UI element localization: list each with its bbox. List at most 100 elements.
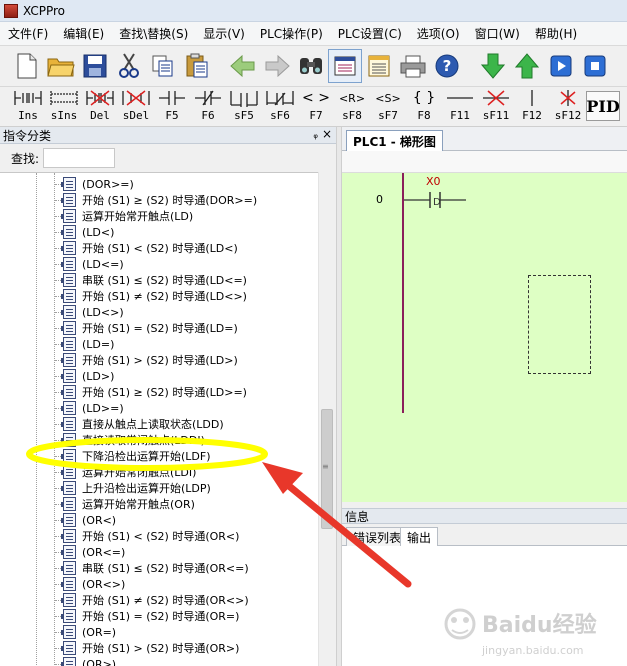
- tree-item[interactable]: 运算开始常开触点(OR): [0, 496, 195, 512]
- scrollbar-grip-icon: ≡: [322, 462, 329, 471]
- tree-item-label: (OR<): [82, 513, 117, 527]
- copy-icon[interactable]: [146, 49, 180, 83]
- close-icon[interactable]: ×: [322, 127, 332, 141]
- menu-edit[interactable]: 编辑(E): [55, 25, 111, 42]
- tree-item-label: 开始 (S1) ≠ (S2) 时导通(LD<>): [82, 290, 247, 303]
- pid-button[interactable]: PID: [586, 91, 620, 121]
- tree-item[interactable]: 开始 (S1) > (S2) 时导通(LD>): [0, 352, 238, 368]
- tree-item[interactable]: 开始 (S1) = (S2) 时导通(OR=): [0, 608, 239, 624]
- tree-item-label: 开始 (S1) ≠ (S2) 时导通(OR<>): [82, 594, 249, 607]
- tree-item[interactable]: 开始 (S1) > (S2) 时导通(OR>): [0, 640, 239, 656]
- ladder-view-icon[interactable]: [328, 49, 362, 83]
- back-arrow-icon[interactable]: [226, 49, 260, 83]
- list-view-icon[interactable]: [362, 49, 396, 83]
- open-folder-icon[interactable]: [44, 49, 78, 83]
- tree-item[interactable]: 直接从触点上读取状态(LDD): [0, 416, 224, 432]
- download-icon[interactable]: [476, 49, 510, 83]
- instruction-doc-icon: [61, 497, 76, 511]
- ldf-contact[interactable]: D: [404, 173, 474, 213]
- delete-row-button[interactable]: Del: [82, 87, 118, 125]
- new-file-icon[interactable]: [10, 49, 44, 83]
- tree-item[interactable]: 开始 (S1) ≠ (S2) 时导通(LD<>): [0, 288, 247, 304]
- tree-item-label: (OR<=): [82, 545, 126, 559]
- sf5-label: sF5: [234, 109, 254, 122]
- normally-closed-contact-button[interactable]: F6: [190, 87, 226, 125]
- vertical-line-button[interactable]: F12: [514, 87, 550, 125]
- cut-icon[interactable]: [112, 49, 146, 83]
- insert-row-button[interactable]: Ins: [10, 87, 46, 125]
- save-icon[interactable]: [78, 49, 112, 83]
- set-coil-button[interactable]: <S> sF7: [370, 87, 406, 125]
- output-coil-button[interactable]: < > F7: [298, 87, 334, 125]
- search-label: 查找:: [11, 151, 40, 166]
- instruction-doc-icon: [61, 545, 76, 559]
- help-icon[interactable]: ?: [430, 49, 464, 83]
- menu-help[interactable]: 帮助(H): [527, 25, 584, 42]
- tree-item[interactable]: 串联 (S1) ≤ (S2) 时导通(LD<=): [0, 272, 247, 288]
- print-icon[interactable]: [396, 49, 430, 83]
- tree-item[interactable]: (OR<): [0, 512, 116, 528]
- tree-item-label: (LD=): [82, 337, 115, 351]
- delete-vertical-line-button[interactable]: sF12: [550, 87, 586, 125]
- shift-delete-label: sDel: [122, 109, 150, 122]
- menu-file[interactable]: 文件(F): [0, 25, 55, 42]
- tree-item[interactable]: 运算开始常闭触点(LDI): [0, 464, 196, 480]
- tree-item[interactable]: 下降沿检出运算开始(LDF): [0, 448, 211, 464]
- insert-label: Ins: [18, 109, 38, 122]
- menu-find-replace[interactable]: 查找\替换(S): [111, 25, 195, 42]
- menu-plc-operation[interactable]: PLC操作(P): [252, 25, 330, 42]
- tree-item[interactable]: (LD<): [0, 224, 114, 240]
- upload-icon[interactable]: [510, 49, 544, 83]
- horizontal-line-button[interactable]: F11: [442, 87, 478, 125]
- tree-item[interactable]: 开始 (S1) ≠ (S2) 时导通(OR<>): [0, 592, 249, 608]
- tree-item[interactable]: (LD<=): [0, 256, 124, 272]
- tree-item[interactable]: 开始 (S1) < (S2) 时导通(LD<): [0, 240, 238, 256]
- paste-icon[interactable]: [180, 49, 214, 83]
- tree-scrollbar[interactable]: ≡: [318, 172, 335, 666]
- menu-options[interactable]: 选项(O): [409, 25, 467, 42]
- menu-plc-settings[interactable]: PLC设置(C): [330, 25, 409, 42]
- menu-view[interactable]: 显示(V): [195, 25, 252, 42]
- parallel-open-contact-button[interactable]: sF5: [226, 87, 262, 125]
- tree-item[interactable]: 开始 (S1) ≥ (S2) 时导通(DOR>=): [0, 192, 257, 208]
- tree-item[interactable]: 运算开始常开触点(LD): [0, 208, 193, 224]
- tree-item[interactable]: (LD<>): [0, 304, 124, 320]
- ladder-editor[interactable]: 0 X0 D: [342, 151, 627, 502]
- parallel-closed-contact-button[interactable]: sF6: [262, 87, 298, 125]
- tree-item[interactable]: (LD=): [0, 336, 114, 352]
- tree-item[interactable]: 串联 (S1) ≤ (S2) 时导通(OR<=): [0, 560, 249, 576]
- insert-column-button[interactable]: sIns: [46, 87, 82, 125]
- tree-item[interactable]: 上升沿检出运算开始(LDP): [0, 480, 211, 496]
- search-input[interactable]: [43, 148, 116, 168]
- instruction-button[interactable]: { } F8: [406, 87, 442, 125]
- tree-item[interactable]: (OR<>): [0, 576, 125, 592]
- run-icon[interactable]: [544, 49, 578, 83]
- delete-column-button[interactable]: sDel: [118, 87, 154, 125]
- cell-cursor[interactable]: [528, 275, 591, 374]
- tree-item[interactable]: 开始 (S1) = (S2) 时导通(LD=): [0, 320, 238, 336]
- tree-item[interactable]: 直接读取常闭触点(LDDI): [0, 432, 205, 448]
- menu-window[interactable]: 窗口(W): [467, 25, 527, 42]
- tree-item[interactable]: (LD>=): [0, 400, 124, 416]
- forward-arrow-icon[interactable]: [260, 49, 294, 83]
- tab-output[interactable]: 输出: [400, 527, 439, 547]
- tree-item[interactable]: (OR<=): [0, 544, 125, 560]
- watermark-text: Baidu经验: [482, 612, 597, 638]
- delete-horizontal-line-button[interactable]: sF11: [478, 87, 514, 125]
- tree-item[interactable]: (OR=): [0, 624, 116, 640]
- tree-item[interactable]: (LD>): [0, 368, 114, 384]
- stop-icon[interactable]: [578, 49, 612, 83]
- tab-plc1-ladder[interactable]: PLC1 - 梯形图: [346, 130, 443, 152]
- instruction-doc-icon: [61, 609, 76, 623]
- pin-icon[interactable]: ᵩ: [313, 128, 318, 141]
- tree-item[interactable]: 开始 (S1) < (S2) 时导通(OR<): [0, 528, 239, 544]
- reset-coil-button[interactable]: <R> sF8: [334, 87, 370, 125]
- menu-bar: 文件(F) 编辑(E) 查找\替换(S) 显示(V) PLC操作(P) PLC设…: [0, 22, 627, 46]
- instruction-doc-icon: [61, 385, 76, 399]
- find-icon[interactable]: [294, 49, 328, 83]
- tree-item[interactable]: (OR>): [0, 656, 116, 666]
- tree-item[interactable]: (DOR>=): [0, 176, 134, 192]
- normally-open-contact-button[interactable]: F5: [154, 87, 190, 125]
- tree-item[interactable]: 开始 (S1) ≥ (S2) 时导通(LD>=): [0, 384, 247, 400]
- tab-error-list[interactable]: 错误列表: [346, 527, 409, 547]
